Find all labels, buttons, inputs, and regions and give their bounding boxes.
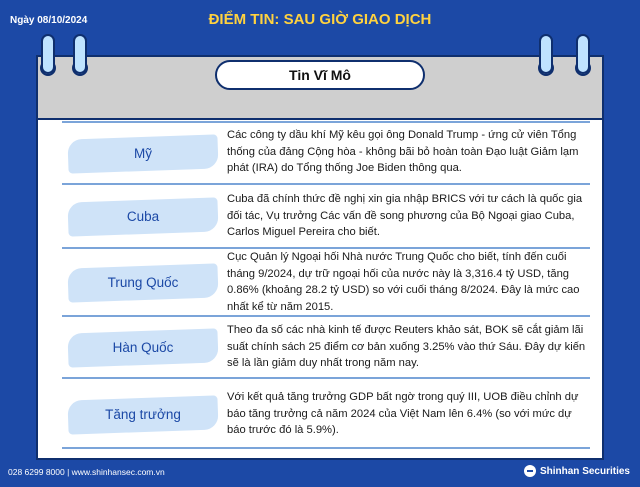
news-row-label-box: Cuba [67, 197, 219, 237]
news-row-text: Theo đa số các nhà kinh tế được Reuters … [227, 324, 586, 369]
news-row-label-box: Tăng trưởng [67, 395, 219, 435]
news-row-label: Hàn Quốc [112, 340, 174, 355]
news-row-label: Cuba [126, 209, 160, 224]
footer-contact: 028 6299 8000 | www.shinhansec.com.vn [8, 467, 165, 477]
binder-ring-icon [41, 34, 55, 74]
news-row: Cuba Cuba đã chính thức đề nghị xin gia … [62, 183, 590, 247]
shinhan-logo-icon [523, 465, 536, 477]
page-title: ĐIỂM TIN: SAU GIỜ GIAO DỊCH [208, 11, 432, 28]
news-row: Trung Quốc Cục Quản lý Ngoại hối Nhà nướ… [62, 247, 590, 315]
news-row: Tăng trưởng Với kết quả tăng trưởng GDP … [62, 377, 590, 449]
binder-ring-icon [539, 34, 553, 74]
news-row-text: Với kết quả tăng trưởng GDP bất ngờ tron… [227, 391, 579, 436]
news-row-label: Tăng trưởng [105, 407, 181, 422]
news-row-label: Mỹ [134, 146, 152, 161]
news-row: Mỹ Các công ty dầu khí Mỹ kêu gọi ông Do… [62, 121, 590, 183]
news-row-label: Trung Quốc [107, 275, 179, 290]
news-row-text: Cuba đã chính thức đề nghị xin gia nhập … [227, 193, 583, 238]
news-row-text: Các công ty dầu khí Mỹ kêu gọi ông Donal… [227, 129, 579, 174]
news-row-label-box: Mỹ [67, 134, 219, 174]
footer-brand: Shinhan Securities [523, 465, 630, 477]
news-row-text: Cục Quản lý Ngoại hối Nhà nước Trung Quố… [227, 251, 580, 313]
news-list: Mỹ Các công ty dầu khí Mỹ kêu gọi ông Do… [62, 121, 590, 449]
news-row-label-box: Trung Quốc [67, 263, 219, 303]
section-title: Tin Vĩ Mô [215, 60, 425, 90]
news-row-label-box: Hàn Quốc [67, 328, 219, 368]
binder-ring-icon [73, 34, 87, 74]
binder-ring-icon [576, 34, 590, 74]
news-row: Hàn Quốc Theo đa số các nhà kinh tế được… [62, 315, 590, 377]
brand-name: Shinhan Securities [539, 465, 630, 477]
